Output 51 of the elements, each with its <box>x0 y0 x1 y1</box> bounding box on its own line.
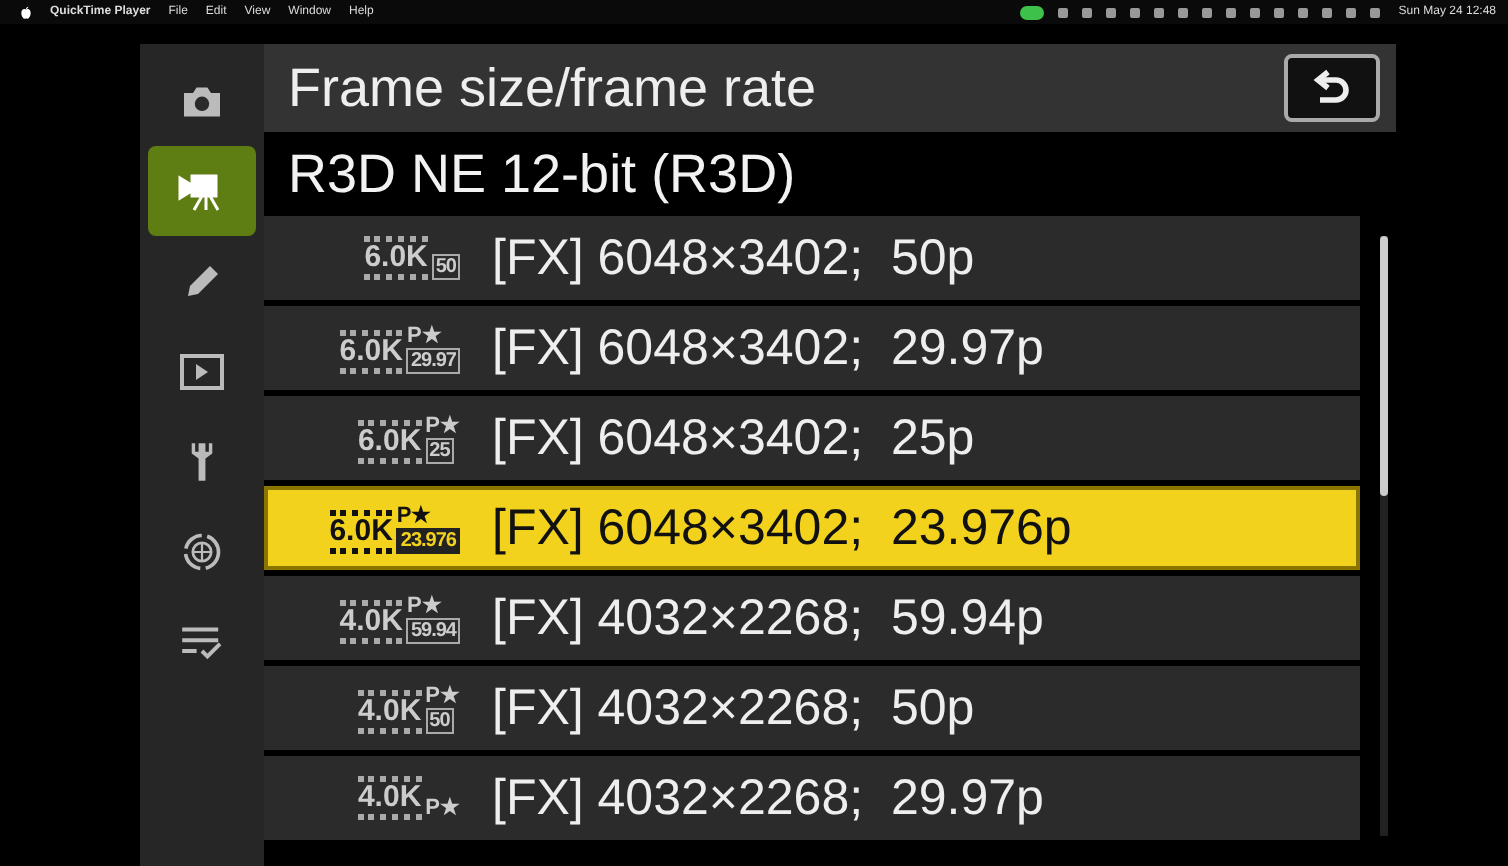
status-icon[interactable] <box>1154 7 1165 17</box>
scrollbar[interactable] <box>1380 236 1388 836</box>
status-icon[interactable] <box>1370 7 1381 17</box>
status-icon[interactable] <box>1178 7 1189 17</box>
picture-star-label: P★ <box>425 413 460 437</box>
status-icon[interactable] <box>1322 7 1333 17</box>
option-label: [FX] 6048×3402; 50p <box>492 229 975 287</box>
resolution-badge: 4.0K <box>357 776 422 820</box>
option-row[interactable]: 6.0K 50 [FX] 6048×3402; 50p <box>264 216 1360 300</box>
resolution-badge: 6.0K <box>364 236 428 280</box>
frame-rate-badge: 50 <box>431 254 460 280</box>
camera-icon <box>180 83 224 119</box>
status-icon[interactable] <box>1298 7 1309 17</box>
back-button[interactable] <box>1284 54 1380 122</box>
resolution-badge: 4.0K <box>357 689 422 733</box>
apple-logo-icon[interactable] <box>20 5 32 19</box>
status-icon[interactable] <box>1106 7 1117 17</box>
status-icon[interactable] <box>1082 7 1093 17</box>
frame-rate-badge: 25 <box>425 437 454 463</box>
status-icon[interactable] <box>1058 7 1069 17</box>
frame-rate-badge: 23.976 <box>396 527 460 553</box>
resolution-badge: 4.0K <box>339 599 403 643</box>
picture-star-label: P★ <box>396 503 432 527</box>
picture-star-label: P★ <box>406 593 442 617</box>
status-icon[interactable] <box>1250 7 1261 17</box>
resolution-badge: 6.0K <box>339 329 403 373</box>
frame-rate-badge: 59.94 <box>406 617 460 643</box>
option-label: [FX] 6048×3402; 23.976p <box>492 499 1072 557</box>
status-icon[interactable] <box>1130 7 1141 17</box>
status-icon[interactable] <box>1346 7 1357 17</box>
status-pill-icon[interactable] <box>1020 5 1045 19</box>
option-label: [FX] 4032×2268; 50p <box>492 679 975 737</box>
option-label: [FX] 4032×2268; 29.97p <box>492 769 1044 827</box>
resolution-badge: 6.0K <box>357 419 422 463</box>
wrench-icon <box>190 439 214 483</box>
option-label: [FX] 6048×3402; 29.97p <box>492 319 1044 377</box>
frame-rate-badge: 29.97 <box>406 347 460 373</box>
pencil-icon <box>182 261 222 301</box>
status-icon[interactable] <box>1202 7 1213 17</box>
option-label: [FX] 6048×3402; 25p <box>492 409 975 467</box>
checklist-icon <box>180 623 224 659</box>
status-icon[interactable] <box>1226 7 1237 17</box>
menu-tab[interactable] <box>148 146 256 236</box>
playback-icon <box>180 353 224 389</box>
picture-star-label: P★ <box>425 683 460 707</box>
status-icon[interactable] <box>1274 7 1285 17</box>
picture-star-label: P★ <box>406 323 442 347</box>
option-label: [FX] 4032×2268; 59.94p <box>492 589 1044 647</box>
picture-star-label: P★ <box>425 796 460 820</box>
frame-rate-badge: 50 <box>425 707 454 733</box>
menu-title: Frame size/frame rate <box>288 57 817 119</box>
